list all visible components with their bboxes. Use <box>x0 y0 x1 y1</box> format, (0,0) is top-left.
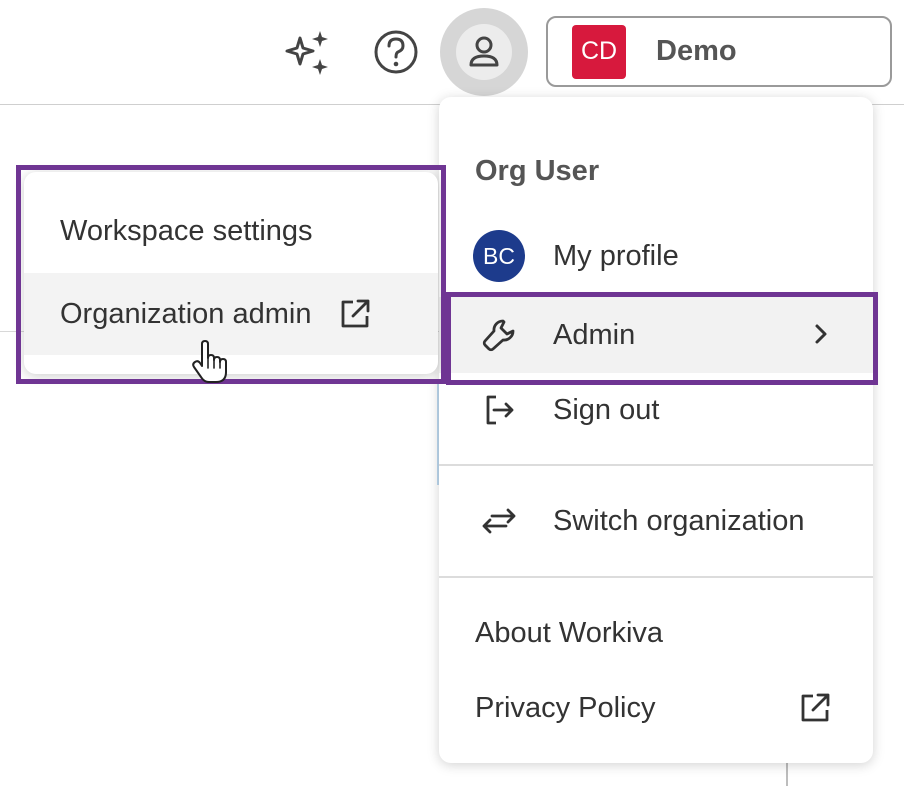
menu-divider <box>439 464 873 466</box>
menu-item-switch-organization[interactable]: Switch organization <box>439 483 873 559</box>
user-icon <box>456 24 512 80</box>
user-menu-button[interactable] <box>440 8 528 96</box>
hand-pointer-icon <box>192 340 228 384</box>
external-link-icon <box>337 296 373 332</box>
submenu-item-label: Workspace settings <box>60 214 313 247</box>
org-avatar: CD <box>572 24 626 79</box>
chevron-right-icon <box>809 319 833 357</box>
organization-switcher[interactable]: CD Demo <box>546 16 892 87</box>
menu-item-sign-out[interactable]: Sign out <box>439 372 873 448</box>
sparkle-icon[interactable] <box>282 26 334 78</box>
submenu-item-label: Organization admin <box>60 297 312 330</box>
menu-item-admin[interactable]: Admin <box>439 297 873 373</box>
help-circle-icon[interactable] <box>370 26 422 78</box>
admin-submenu: Workspace settings Organization admin <box>24 172 438 374</box>
external-link-icon <box>797 690 833 734</box>
org-name: Demo <box>656 35 737 67</box>
menu-divider <box>439 576 873 578</box>
menu-item-label: Privacy Policy <box>475 691 656 724</box>
menu-heading: Org User <box>475 155 600 187</box>
menu-item-label: Sign out <box>553 393 660 426</box>
menu-item-my-profile[interactable]: BC My profile <box>439 218 873 294</box>
menu-item-label: Admin <box>553 318 636 351</box>
wrench-icon <box>473 309 525 361</box>
profile-avatar: BC <box>473 230 525 282</box>
submenu-item-workspace-settings[interactable]: Workspace settings <box>24 190 438 272</box>
swap-arrows-icon <box>473 495 525 547</box>
top-bar: CD Demo <box>0 0 904 105</box>
menu-item-about-workiva[interactable]: About Workiva <box>439 595 873 671</box>
menu-item-label: About Workiva <box>475 616 664 649</box>
user-dropdown-menu: Org User BC My profile Admin Sign out Sw… <box>439 97 873 763</box>
sign-out-icon <box>473 384 525 436</box>
menu-item-label: Switch organization <box>553 504 805 537</box>
menu-item-privacy-policy[interactable]: Privacy Policy <box>439 670 873 746</box>
menu-item-label: My profile <box>553 239 679 272</box>
submenu-item-organization-admin[interactable]: Organization admin <box>24 273 438 355</box>
background-divider <box>786 760 788 786</box>
